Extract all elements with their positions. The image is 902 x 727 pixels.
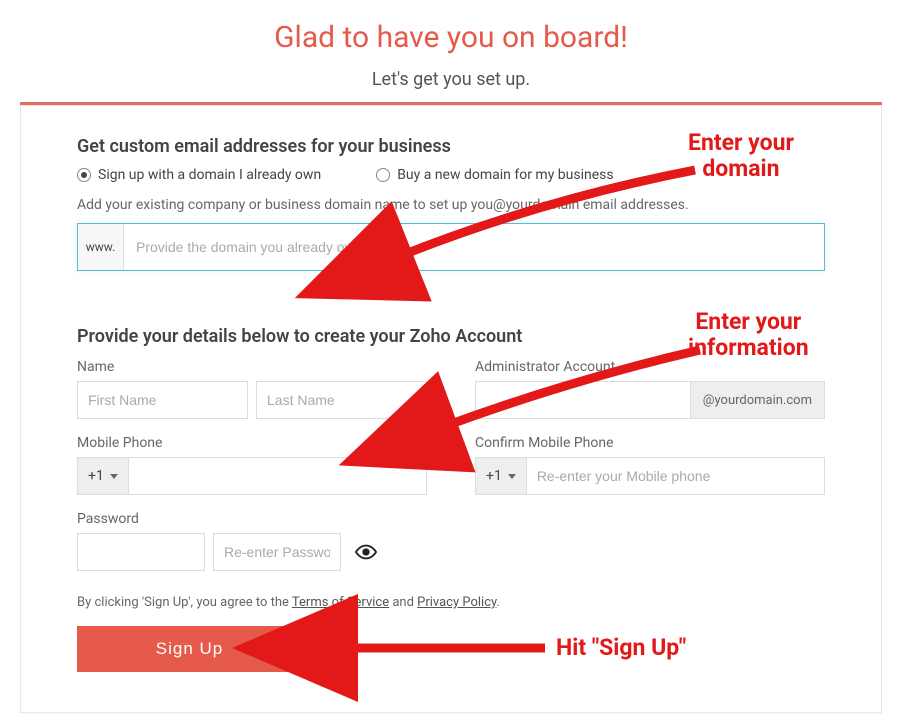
confirm-mobile-country-code-select[interactable]: +1 — [475, 457, 527, 495]
radio-own-label: Sign up with a domain I already own — [98, 167, 321, 183]
terms-text: By clicking 'Sign Up', you agree to the … — [77, 595, 825, 610]
page-title: Glad to have you on board! — [0, 20, 902, 55]
mobile-phone-input[interactable] — [129, 457, 427, 495]
confirm-password-input[interactable] — [213, 533, 341, 571]
password-input[interactable] — [77, 533, 205, 571]
terms-prefix: By clicking 'Sign Up', you agree to the — [77, 595, 292, 610]
chevron-down-icon — [508, 474, 516, 479]
sign-up-button[interactable]: Sign Up — [77, 626, 302, 672]
page-subtitle: Let's get you set up. — [0, 69, 902, 90]
name-label: Name — [77, 359, 427, 375]
domain-www-prefix: www. — [78, 224, 124, 270]
chevron-down-icon — [110, 474, 118, 479]
admin-domain-suffix: @yourdomain.com — [690, 381, 825, 419]
domain-section-heading: Get custom email addresses for your busi… — [77, 136, 825, 157]
confirm-mobile-label: Confirm Mobile Phone — [475, 435, 825, 451]
mobile-label: Mobile Phone — [77, 435, 427, 451]
terms-mid: and — [389, 595, 417, 610]
radio-icon — [376, 168, 390, 182]
mobile-code-value: +1 — [88, 468, 104, 484]
mobile-country-code-select[interactable]: +1 — [77, 457, 129, 495]
password-label: Password — [77, 511, 427, 527]
privacy-policy-link[interactable]: Privacy Policy — [417, 595, 496, 610]
last-name-input[interactable] — [256, 381, 427, 419]
signup-card: Get custom email addresses for your busi… — [20, 105, 882, 713]
radio-icon — [77, 168, 91, 182]
radio-buy-domain[interactable]: Buy a new domain for my business — [376, 167, 613, 183]
domain-help-text: Add your existing company or business do… — [77, 197, 825, 213]
confirm-mobile-phone-input[interactable] — [527, 457, 825, 495]
domain-input[interactable] — [124, 224, 824, 270]
show-password-button[interactable] — [349, 533, 382, 571]
domain-input-wrap: www. — [77, 223, 825, 271]
confirm-mobile-code-value: +1 — [486, 468, 502, 484]
radio-buy-label: Buy a new domain for my business — [397, 167, 613, 183]
radio-own-domain[interactable]: Sign up with a domain I already own — [77, 167, 321, 183]
terms-suffix: . — [497, 595, 500, 610]
details-section-heading: Provide your details below to create you… — [77, 326, 825, 347]
terms-of-service-link[interactable]: Terms of Service — [292, 595, 389, 610]
admin-account-input[interactable] — [475, 381, 690, 419]
domain-radio-group: Sign up with a domain I already own Buy … — [77, 167, 825, 183]
first-name-input[interactable] — [77, 381, 248, 419]
eye-icon — [355, 541, 377, 563]
admin-account-label: Administrator Account — [475, 359, 825, 375]
